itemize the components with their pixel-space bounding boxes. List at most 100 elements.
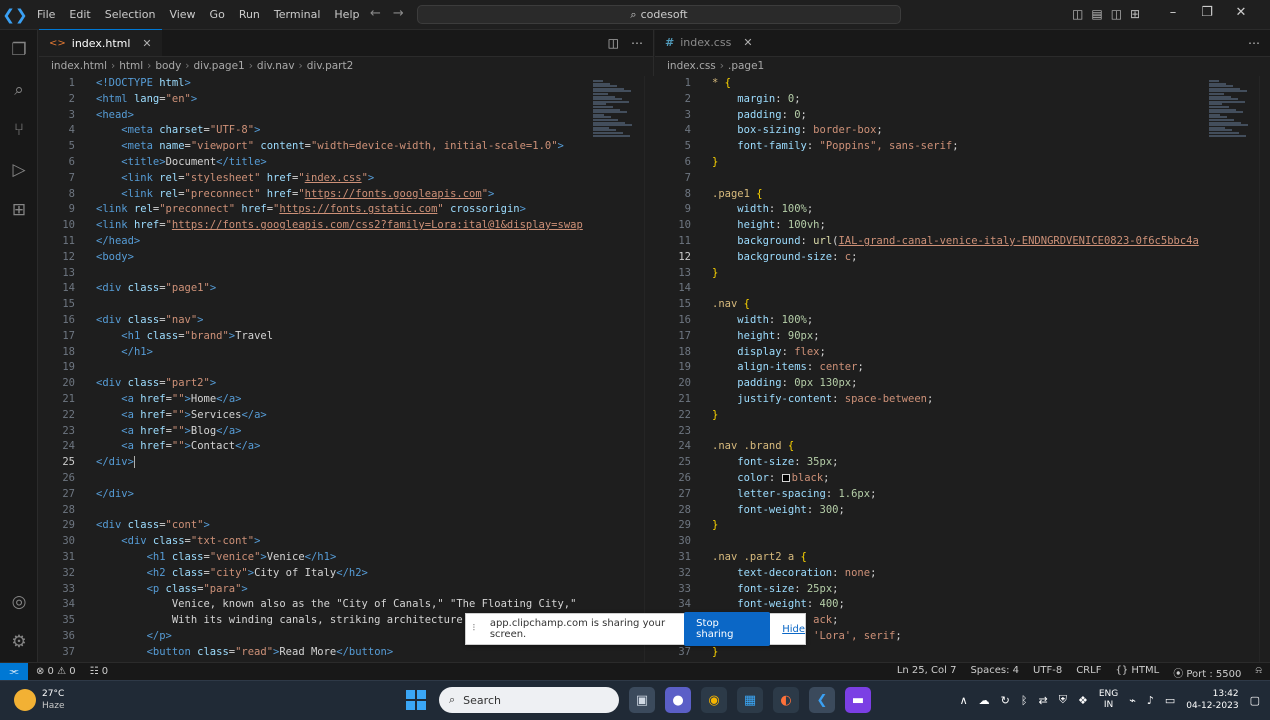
wifi-icon[interactable]: ⌁	[1129, 694, 1136, 707]
menu-item-go[interactable]: Go	[203, 8, 232, 21]
minimize-icon[interactable]: –	[1165, 5, 1181, 20]
start-button[interactable]	[403, 687, 429, 713]
code-line[interactable]: 2 margin: 0;	[655, 92, 1200, 108]
code-line[interactable]: 26	[39, 471, 584, 487]
notification-center-icon[interactable]: ▢	[1250, 694, 1260, 707]
toggle-primary-sidebar-icon[interactable]: ◫	[1072, 7, 1083, 21]
task-view-icon[interactable]: ▣	[629, 687, 655, 713]
code-line[interactable]: 37}	[655, 645, 1200, 661]
code-line[interactable]: 20 padding: 0px 130px;	[655, 376, 1200, 392]
more-actions-icon[interactable]: ⋯	[1248, 36, 1260, 50]
menu-item-edit[interactable]: Edit	[62, 8, 97, 21]
menu-item-help[interactable]: Help	[327, 8, 366, 21]
code-line[interactable]: 7 <link rel="stylesheet" href="index.css…	[39, 171, 584, 187]
code-line[interactable]: 16 width: 100%;	[655, 313, 1200, 329]
code-line[interactable]: 4 <meta charset="UTF-8">	[39, 123, 584, 139]
code-line[interactable]: 1 <!DOCTYPE html>	[39, 76, 584, 92]
code-line[interactable]: 6}	[655, 155, 1200, 171]
color-swatch[interactable]	[781, 473, 790, 482]
menu-item-file[interactable]: File	[30, 8, 62, 21]
drag-handle-icon[interactable]: ⠇	[472, 624, 482, 634]
code-line[interactable]: 9 width: 100%;	[655, 202, 1200, 218]
code-line[interactable]: 12 <body>	[39, 250, 584, 266]
code-line[interactable]: 32 <h2 class="city">City of Italy</h2>	[39, 566, 584, 582]
code-line[interactable]: 25 </div>	[39, 455, 584, 471]
back-arrow-icon[interactable]: ←	[370, 6, 381, 21]
language-mode[interactable]: {} HTML	[1115, 665, 1159, 680]
code-line[interactable]: 23 <a href="">Blog</a>	[39, 424, 584, 440]
defender-icon[interactable]: ❖	[1078, 694, 1088, 707]
show-hidden-icons-icon[interactable]: ∧	[960, 694, 968, 707]
teams-chat-icon[interactable]: ●	[665, 687, 691, 713]
code-line[interactable]: 10 <link href="https://fonts.googleapis.c…	[39, 218, 584, 234]
breadcrumb-item[interactable]: div.part2	[307, 60, 354, 72]
code-line[interactable]: 33 <p class="para">	[39, 582, 584, 598]
battery-icon[interactable]: ▭	[1165, 694, 1175, 707]
breadcrumb-item[interactable]: index.css	[667, 60, 716, 72]
code-line[interactable]: 7	[655, 171, 1200, 187]
code-line[interactable]: 17 <h1 class="brand">Travel	[39, 329, 584, 345]
code-line[interactable]: 4 box-sizing: border-box;	[655, 123, 1200, 139]
cursor-position[interactable]: Ln 25, Col 7	[897, 665, 957, 680]
toggle-secondary-sidebar-icon[interactable]: ◫	[1111, 7, 1122, 21]
indentation[interactable]: Spaces: 4	[970, 665, 1019, 680]
encoding[interactable]: UTF-8	[1033, 665, 1062, 680]
volume-icon[interactable]: ♪	[1147, 694, 1154, 707]
code-line[interactable]: 31 <h1 class="venice">Venice</h1>	[39, 550, 584, 566]
code-editor-css[interactable]: 1 * {2 margin: 0; 3 padding: 0; 4 box-sizin…	[655, 76, 1200, 662]
code-line[interactable]: 27 letter-spacing: 1.6px;	[655, 487, 1200, 503]
code-line[interactable]: 15 .nav {	[655, 297, 1200, 313]
code-line[interactable]: 16 <div class="nav">	[39, 313, 584, 329]
code-line[interactable]: 32 text-decoration: none;	[655, 566, 1200, 582]
hide-banner-link[interactable]: Hide	[782, 624, 805, 635]
breadcrumb-item[interactable]: div.page1	[193, 60, 244, 72]
code-line[interactable]: 22}	[655, 408, 1200, 424]
more-actions-icon[interactable]: ⋯	[631, 36, 643, 50]
code-line[interactable]: 11 </head>	[39, 234, 584, 250]
code-line[interactable]: 14 <div class="page1">	[39, 281, 584, 297]
microsoft-store-icon[interactable]: ▦	[737, 687, 763, 713]
accounts-icon[interactable]: ◎	[7, 590, 31, 614]
code-line[interactable]: 13	[39, 266, 584, 282]
code-line[interactable]: 37 <button class="read">Read More</butto…	[39, 645, 584, 661]
code-line[interactable]: 24 <a href="">Contact</a>	[39, 439, 584, 455]
code-line[interactable]: 26 color: black;	[655, 471, 1200, 487]
menu-item-selection[interactable]: Selection	[98, 8, 163, 21]
code-line[interactable]: 3 <head>	[39, 108, 584, 124]
code-line[interactable]: 29}	[655, 518, 1200, 534]
menu-item-view[interactable]: View	[162, 8, 202, 21]
source-control-icon[interactable]: ⑂	[7, 118, 31, 142]
search-icon[interactable]: ⌕	[7, 78, 31, 102]
clock[interactable]: 13:42 04-12-2023	[1186, 688, 1238, 712]
security-icon[interactable]: ⛨	[1059, 693, 1067, 707]
extensions-icon[interactable]: ⊞	[7, 198, 31, 222]
settings-gear-icon[interactable]: ⚙	[7, 630, 31, 654]
onedrive-icon[interactable]: ☁	[979, 694, 990, 707]
clipchamp-icon[interactable]: ▬	[845, 687, 871, 713]
vertical-scrollbar[interactable]	[1259, 76, 1269, 662]
code-line[interactable]: 31 .nav .part2 a {	[655, 550, 1200, 566]
code-line[interactable]: 19 align-items: center;	[655, 360, 1200, 376]
code-line[interactable]: 1 * {	[655, 76, 1200, 92]
command-center-search[interactable]: ⌕ codesoft	[417, 5, 901, 24]
firefox-icon[interactable]: ◐	[773, 687, 799, 713]
breadcrumb-item[interactable]: index.html	[51, 60, 107, 72]
bluetooth-icon[interactable]: ᛒ	[1021, 694, 1028, 707]
end-of-line[interactable]: CRLF	[1076, 665, 1101, 680]
code-line[interactable]: 30 <div class="txt-cont">	[39, 534, 584, 550]
sync-icon[interactable]: ↻	[1001, 694, 1010, 707]
code-line[interactable]: 10 height: 100vh;	[655, 218, 1200, 234]
code-line[interactable]: 18 display: flex;	[655, 345, 1200, 361]
menu-item-run[interactable]: Run	[232, 8, 267, 21]
network-tray-icon[interactable]: ⇄	[1038, 694, 1047, 707]
code-line[interactable]: 8 <link rel="preconnect" href="https://f…	[39, 187, 584, 203]
problems-indicator[interactable]: ⊗ 0 ⚠ 0	[36, 666, 76, 677]
ports-indicator[interactable]: ☷ 0	[90, 666, 109, 677]
tab-index-html[interactable]: <> index.html ✕	[39, 29, 162, 56]
stop-sharing-button[interactable]: Stop sharing	[684, 612, 771, 646]
vscode-taskbar-icon[interactable]: ❮	[809, 687, 835, 713]
code-line[interactable]: 12 background-size: c;	[655, 250, 1200, 266]
code-line[interactable]: 17 height: 90px;	[655, 329, 1200, 345]
close-tab-icon[interactable]: ✕	[142, 37, 151, 50]
code-line[interactable]: 15	[39, 297, 584, 313]
